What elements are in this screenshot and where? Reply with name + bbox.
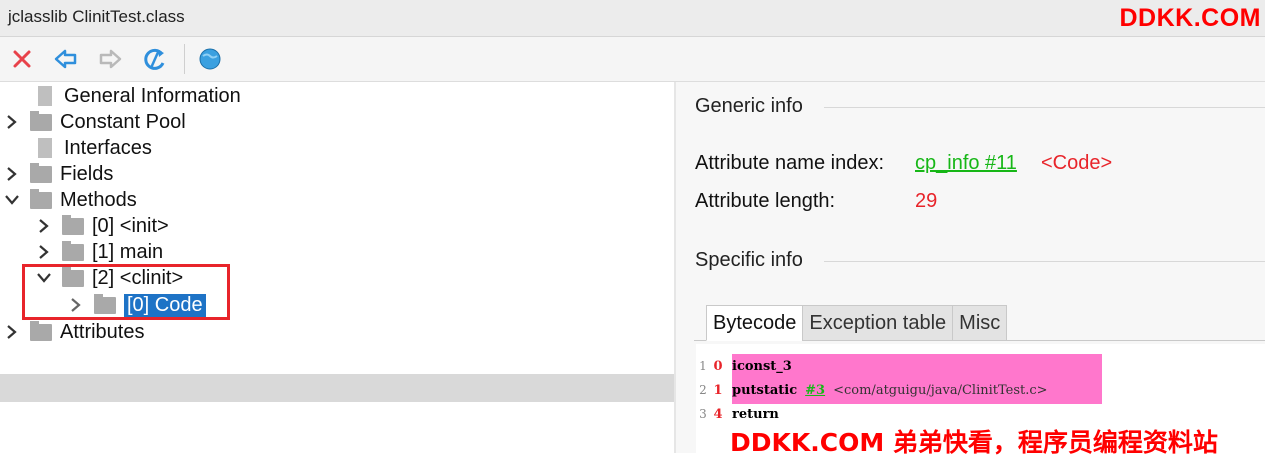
refresh-icon [144,48,165,70]
tree-item-label: [1] main [92,240,164,263]
tree-item-label: Methods [60,188,137,211]
watermark-bottom: DDKK.COM 弟弟快看，程序员编程资料站 [730,428,1218,457]
bytecode-offset: 1 [713,382,723,398]
forward-arrow-icon [99,49,122,69]
code-line: 3 4 return [696,403,779,425]
section-divider [824,107,1265,108]
title-bar: jclasslib ClinitTest.class DDKK.COM [0,0,1265,37]
selected-row-background [0,374,674,402]
file-icon [38,86,52,106]
forward-button[interactable] [96,45,124,73]
tab-bytecode[interactable]: Bytecode [706,305,804,341]
generic-info-title: Generic info [695,95,803,117]
tree-item-label: Fields [60,162,114,185]
attribute-name-index-label: Attribute name index: [695,152,884,174]
code-line: 1 0 iconst_3 [696,355,792,377]
chevron-right-icon[interactable] [36,244,52,260]
file-icon [38,138,52,158]
tree-item-general-information[interactable]: General Information [8,83,241,109]
folder-icon [62,214,84,235]
tree-item-label: General Information [64,84,241,107]
bytecode-offset: 0 [713,358,723,374]
close-button[interactable] [8,45,36,73]
specific-info-title: Specific info [695,249,803,271]
attribute-length-label: Attribute length: [695,190,836,212]
tree-item-methods[interactable]: Methods [4,187,137,213]
annotation-highlight-box [22,264,230,320]
chevron-right-icon[interactable] [36,218,52,234]
section-divider [824,261,1265,262]
line-number: 3 [699,407,707,421]
tree-item-label: Attributes [60,320,145,343]
folder-icon [30,188,52,209]
tree-item-label: Constant Pool [60,110,186,133]
tree-item-label: Interfaces [64,136,152,159]
watermark-top: DDKK.COM [1119,4,1261,32]
window-title: jclasslib ClinitTest.class [8,7,185,26]
constant-pool-ref[interactable]: #3 [805,383,825,398]
attribute-length-value: 29 [915,190,938,212]
tab-misc[interactable]: Misc [952,305,1008,341]
specific-info-tabs: Bytecode Exception table Misc [706,305,1008,341]
chevron-down-icon[interactable] [4,192,20,208]
chevron-right-icon[interactable] [4,114,20,130]
detail-panel: Generic info Attribute name index: cp_in… [676,82,1265,453]
folder-icon [30,162,52,183]
web-button[interactable] [196,45,224,73]
cp-info-link[interactable]: cp_info #11 [915,152,1017,175]
bytecode-offset: 4 [713,406,723,422]
close-icon [13,50,31,68]
tree-item-method-init[interactable]: [0] <init> [36,213,169,239]
instruction-comment: <com/atguigu/java/ClinitTest.c> [833,382,1048,398]
attribute-name-value: <Code> [1041,152,1113,174]
instruction: putstatic [732,382,798,398]
refresh-button[interactable] [141,45,169,73]
tree-item-method-main[interactable]: [1] main [36,239,163,265]
folder-icon [30,110,52,131]
tree-item-interfaces[interactable]: Interfaces [8,135,152,161]
folder-icon [62,240,84,261]
web-icon [199,48,221,70]
tree-item-label: [0] <init> [92,214,169,237]
instruction: iconst_3 [732,358,792,374]
line-number: 1 [699,359,707,373]
tree-item-attributes[interactable]: Attributes [4,319,144,345]
toolbar [0,37,1265,82]
instruction: return [732,406,779,422]
tab-exception-table[interactable]: Exception table [802,305,954,341]
back-arrow-icon [54,49,77,69]
chevron-right-icon[interactable] [4,166,20,182]
folder-icon [30,320,52,341]
code-line: 2 1 putstatic #3 <com/atguigu/java/Clini… [696,379,1048,401]
toolbar-separator [184,44,185,74]
chevron-right-icon[interactable] [4,324,20,340]
tree-item-constant-pool[interactable]: Constant Pool [4,109,186,135]
back-button[interactable] [52,45,80,73]
tree-item-fields[interactable]: Fields [4,161,113,187]
line-number: 2 [699,383,707,397]
